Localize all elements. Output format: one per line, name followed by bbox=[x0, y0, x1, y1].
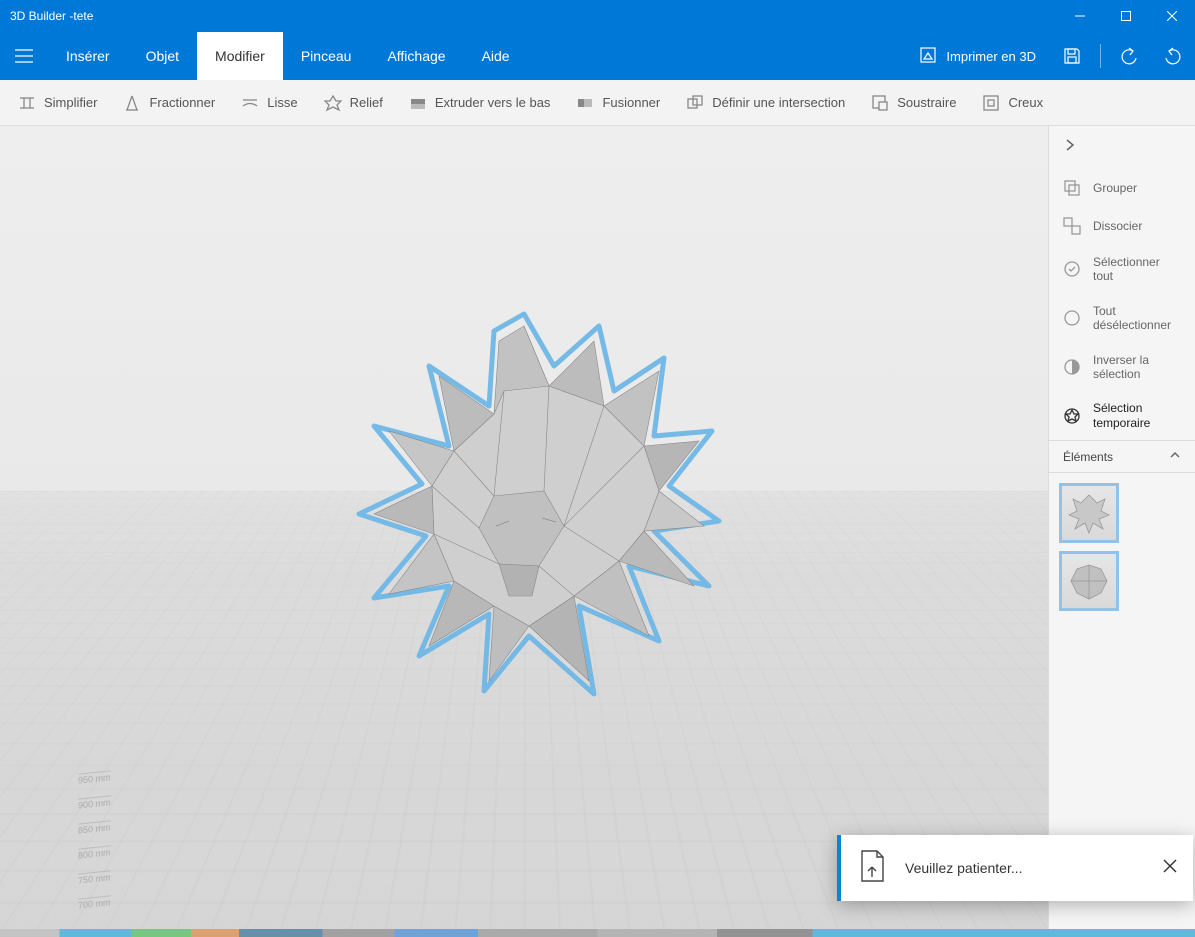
element-thumb-2[interactable] bbox=[1059, 551, 1119, 611]
subtract-icon bbox=[871, 94, 889, 112]
menu-modifier[interactable]: Modifier bbox=[197, 32, 283, 80]
ungroup-icon bbox=[1063, 217, 1081, 235]
panel-temp-selection[interactable]: Sélection temporaire bbox=[1049, 391, 1195, 440]
menu-bar: Insérer Objet Modifier Pinceau Affichage… bbox=[0, 32, 1195, 80]
tool-simplifier[interactable]: Simplifier bbox=[6, 88, 109, 118]
tool-relief[interactable]: Relief bbox=[312, 88, 395, 118]
side-panel: Grouper Dissocier Sélectionner tout Tout… bbox=[1048, 126, 1195, 929]
title-bar: 3D Builder -tete bbox=[0, 0, 1195, 32]
tool-extruder[interactable]: Extruder vers le bas bbox=[397, 88, 563, 118]
printer-icon bbox=[918, 45, 938, 68]
menu-affichage[interactable]: Affichage bbox=[369, 32, 463, 80]
extrude-icon bbox=[409, 94, 427, 112]
undo-button[interactable] bbox=[1107, 32, 1151, 80]
invert-icon bbox=[1063, 358, 1081, 376]
minimize-button[interactable] bbox=[1057, 0, 1103, 32]
toast-close-button[interactable] bbox=[1163, 859, 1177, 878]
panel-dissocier[interactable]: Dissocier bbox=[1049, 207, 1195, 245]
panel-grouper[interactable]: Grouper bbox=[1049, 169, 1195, 207]
tool-fractionner[interactable]: Fractionner bbox=[111, 88, 227, 118]
print-label: Imprimer en 3D bbox=[946, 49, 1036, 64]
smooth-icon bbox=[241, 94, 259, 112]
select-all-icon bbox=[1063, 260, 1081, 278]
deselect-all-icon bbox=[1063, 309, 1081, 327]
panel-deselect-all[interactable]: Tout désélectionner bbox=[1049, 294, 1195, 343]
temp-select-icon bbox=[1063, 407, 1081, 425]
tool-lisse[interactable]: Lisse bbox=[229, 88, 309, 118]
menu-aide[interactable]: Aide bbox=[464, 32, 528, 80]
window-title: 3D Builder -tete bbox=[10, 9, 93, 23]
toast-notification: Veuillez patienter... bbox=[837, 835, 1193, 901]
simplify-icon bbox=[18, 94, 36, 112]
menu-inserer[interactable]: Insérer bbox=[48, 32, 128, 80]
model-preview[interactable] bbox=[314, 296, 734, 726]
chevron-up-icon bbox=[1169, 449, 1181, 464]
elements-list bbox=[1049, 473, 1195, 621]
tool-fusionner[interactable]: Fusionner bbox=[564, 88, 672, 118]
menu-pinceau[interactable]: Pinceau bbox=[283, 32, 370, 80]
taskbar bbox=[0, 929, 1195, 937]
group-icon bbox=[1063, 179, 1081, 197]
close-button[interactable] bbox=[1149, 0, 1195, 32]
save-button[interactable] bbox=[1050, 32, 1094, 80]
main-area: 950 mm 900 mm 850 mm 800 mm 750 mm 700 m… bbox=[0, 126, 1195, 929]
emboss-icon bbox=[324, 94, 342, 112]
split-icon bbox=[123, 94, 141, 112]
redo-button[interactable] bbox=[1151, 32, 1195, 80]
print-3d-button[interactable]: Imprimer en 3D bbox=[904, 32, 1050, 80]
ruler: 950 mm 900 mm 850 mm 800 mm 750 mm 700 m… bbox=[78, 770, 111, 910]
toast-text: Veuillez patienter... bbox=[905, 860, 1145, 876]
file-upload-icon bbox=[857, 849, 887, 888]
tool-intersection[interactable]: Définir une intersection bbox=[674, 88, 857, 118]
hollow-icon bbox=[982, 94, 1000, 112]
collapse-panel-button[interactable] bbox=[1063, 138, 1181, 157]
panel-select-all[interactable]: Sélectionner tout bbox=[1049, 245, 1195, 294]
element-thumb-1[interactable] bbox=[1059, 483, 1119, 543]
hamburger-button[interactable] bbox=[0, 32, 48, 80]
toolbar: Simplifier Fractionner Lisse Relief Extr… bbox=[0, 80, 1195, 126]
elements-header[interactable]: Éléments bbox=[1049, 440, 1195, 473]
window-controls bbox=[1057, 0, 1195, 32]
viewport-3d[interactable]: 950 mm 900 mm 850 mm 800 mm 750 mm 700 m… bbox=[0, 126, 1048, 929]
menu-objet[interactable]: Objet bbox=[128, 32, 197, 80]
maximize-button[interactable] bbox=[1103, 0, 1149, 32]
panel-invert-selection[interactable]: Inverser la sélection bbox=[1049, 343, 1195, 392]
intersect-icon bbox=[686, 94, 704, 112]
tool-creux[interactable]: Creux bbox=[970, 88, 1055, 118]
tool-soustraire[interactable]: Soustraire bbox=[859, 88, 968, 118]
merge-icon bbox=[576, 94, 594, 112]
